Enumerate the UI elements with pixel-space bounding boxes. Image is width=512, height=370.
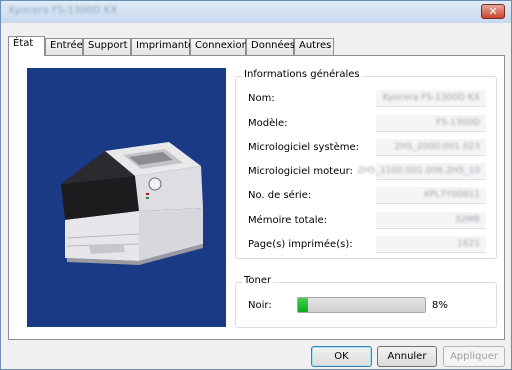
general-info-group: Informations générales Nom: Kyocera FS-1… [235, 69, 497, 259]
pages-printed-value: 1621 [457, 239, 480, 249]
window-title: Kyocera FS-1300D KX [9, 5, 118, 16]
close-button[interactable]: ✕ [481, 4, 505, 19]
engine-firmware-field: 2H5_1100.001.006.2H5_10 [357, 163, 486, 180]
tab-imprimante[interactable]: Imprimante [131, 38, 194, 55]
toner-percent: 8% [432, 300, 448, 311]
toner-level-fill [298, 298, 309, 312]
black-toner-label: Noir: [248, 300, 272, 311]
tab-connexion[interactable]: Connexion [190, 38, 248, 55]
memory-value: 32MB [454, 215, 480, 225]
status-panel: Informations générales Nom: Kyocera FS-1… [8, 55, 505, 340]
engine-firmware-value: 2H5_1100.001.006.2H5_10 [357, 166, 480, 176]
toner-group: Toner Noir: 8% [235, 275, 497, 328]
system-firmware-value: 2H5_2000.001.023 [394, 142, 480, 152]
tab-support[interactable]: Support [83, 38, 131, 55]
toner-level-bar [297, 297, 426, 313]
memory-field: 32MB [376, 212, 486, 229]
model-value: FS-1300D [436, 118, 480, 128]
name-label: Nom: [248, 93, 275, 104]
ok-button[interactable]: OK [311, 346, 372, 367]
serial-label: No. de série: [248, 190, 312, 201]
model-label: Modèle: [248, 118, 288, 129]
name-field: Kyocera FS-1300D KX [376, 90, 486, 107]
tab-donnees[interactable]: Données [246, 38, 295, 55]
general-info-title: Informations générales [242, 69, 362, 80]
toner-title: Toner [242, 275, 274, 286]
title-bar[interactable]: Kyocera FS-1300D KX ✕ [1, 1, 511, 23]
system-firmware-field: 2H5_2000.001.023 [376, 139, 486, 156]
tab-autres[interactable]: Autres [294, 38, 334, 55]
pages-printed-field: 1621 [376, 236, 486, 253]
name-value: Kyocera FS-1300D KX [382, 93, 480, 103]
engine-firmware-label: Micrologiciel moteur: [248, 166, 353, 177]
apply-button[interactable]: Appliquer [443, 346, 505, 367]
printer-properties-window: Kyocera FS-1300D KX ✕ État Entrée Suppor… [0, 0, 512, 370]
model-field: FS-1300D [376, 115, 486, 132]
tab-entree[interactable]: Entrée [45, 38, 83, 55]
printer-icon [61, 142, 203, 265]
printer-image [27, 68, 226, 327]
cancel-button[interactable]: Annuler [377, 346, 437, 367]
pages-printed-label: Page(s) imprimée(s): [248, 239, 353, 250]
memory-label: Mémoire totale: [248, 215, 328, 226]
serial-value: XPL7Y00811 [423, 190, 480, 200]
tab-etat[interactable]: État [8, 36, 45, 56]
system-firmware-label: Micrologiciel système: [248, 142, 359, 153]
serial-field: XPL7Y00811 [376, 187, 486, 204]
